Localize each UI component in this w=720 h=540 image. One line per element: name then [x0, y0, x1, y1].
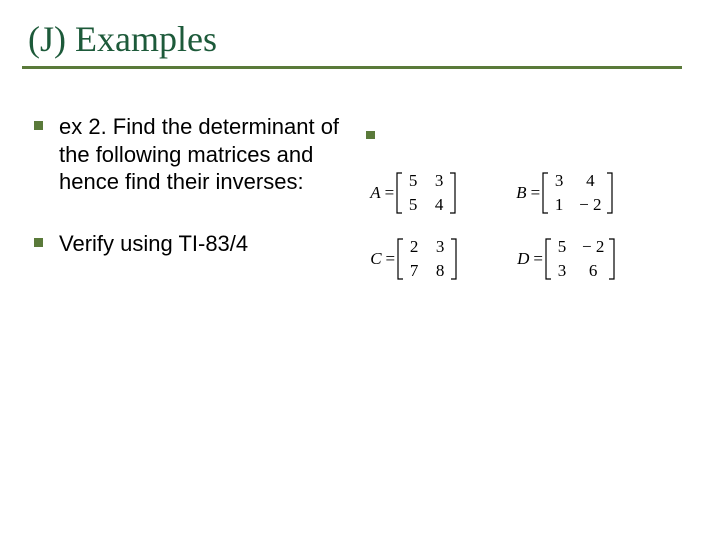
title-underline [22, 66, 682, 69]
matrix-cells: 3 4 1 − 2 [549, 169, 605, 217]
matrix-C: C = 2 3 7 8 [370, 235, 457, 283]
matrix-label: C [370, 249, 381, 269]
bullet-item-1: ex 2. Find the determinant of the follow… [34, 113, 350, 196]
equals-sign: = [386, 249, 396, 269]
matrix-A: A = 5 3 5 4 [370, 169, 456, 217]
bullet-item-2: Verify using TI-83/4 [34, 230, 350, 258]
bullet-icon [34, 121, 43, 130]
left-bracket-icon [542, 172, 549, 214]
matrix-row-1: A = 5 3 5 4 B = [370, 169, 692, 217]
cell: 5 [556, 237, 568, 257]
cell: 3 [553, 171, 565, 191]
matrix-cells: 5 − 2 3 6 [552, 235, 608, 283]
matrix-label: A [370, 183, 380, 203]
cell: 6 [582, 261, 604, 281]
left-bracket-icon [397, 238, 404, 280]
matrix-grid: A = 5 3 5 4 B = [360, 139, 692, 283]
cell: 8 [434, 261, 446, 281]
equals-sign: = [533, 249, 543, 269]
equals-sign: = [531, 183, 541, 203]
right-bracket-icon [608, 238, 615, 280]
bullet-icon [366, 131, 375, 139]
right-bracket-icon [449, 172, 456, 214]
matrix-B: B = 3 4 1 − 2 [516, 169, 612, 217]
cell: 3 [556, 261, 568, 281]
right-bracket-icon [450, 238, 457, 280]
cell: 3 [434, 237, 446, 257]
right-bracket-icon [606, 172, 613, 214]
matrix-label: B [516, 183, 526, 203]
matrix-cells: 2 3 7 8 [404, 235, 450, 283]
empty-bullet [360, 129, 692, 139]
matrix-D: D = 5 − 2 3 6 [517, 235, 615, 283]
cell: 4 [433, 195, 445, 215]
matrix-row-2: C = 2 3 7 8 D = [370, 235, 692, 283]
cell: 1 [553, 195, 565, 215]
cell: 3 [433, 171, 445, 191]
matrix-cells: 5 3 5 4 [403, 169, 449, 217]
cell: 5 [407, 195, 419, 215]
bullet-text: ex 2. Find the determinant of the follow… [59, 113, 350, 196]
cell: − 2 [579, 195, 601, 215]
content-columns: ex 2. Find the determinant of the follow… [28, 113, 692, 301]
cell: 7 [408, 261, 420, 281]
cell: 2 [408, 237, 420, 257]
bullet-icon [34, 238, 43, 247]
cell: − 2 [582, 237, 604, 257]
bullet-text: Verify using TI-83/4 [59, 230, 248, 258]
left-bracket-icon [396, 172, 403, 214]
left-column: ex 2. Find the determinant of the follow… [28, 113, 360, 301]
right-column: A = 5 3 5 4 B = [360, 113, 692, 301]
slide: (J) Examples ex 2. Find the determinant … [0, 0, 720, 540]
cell: 5 [407, 171, 419, 191]
cell: 4 [579, 171, 601, 191]
slide-title: (J) Examples [28, 18, 692, 60]
left-bracket-icon [545, 238, 552, 280]
equals-sign: = [385, 183, 395, 203]
matrix-label: D [517, 249, 529, 269]
